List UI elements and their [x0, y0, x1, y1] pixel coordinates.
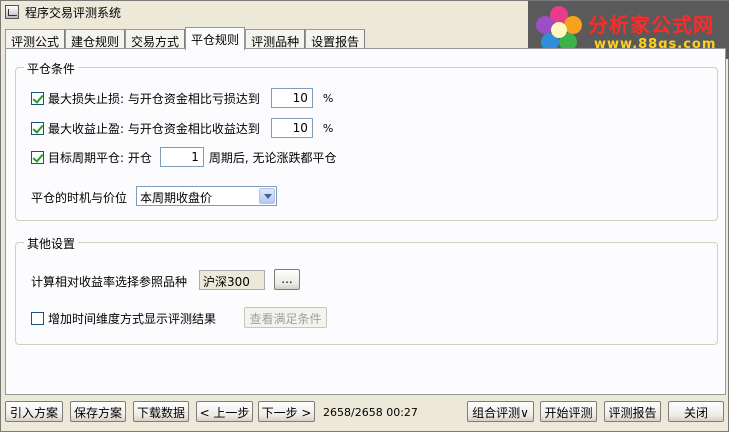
view-conditions-button[interactable]: 查看满足条件 [244, 307, 327, 328]
stop-loss-input[interactable]: 10 [270, 88, 313, 108]
close-conditions-group: 平仓条件 最大损失止损: 与开仓资金相比亏损达到 10 % 最大收益止盈: 与开… [15, 60, 718, 221]
close-button[interactable]: 关闭 [668, 401, 724, 422]
tab-report-settings[interactable]: 设置报告 [305, 29, 366, 50]
window-title: 程序交易评测系统 [25, 6, 122, 20]
test-report-button[interactable]: 评测报告 [604, 401, 661, 422]
close-conditions-legend: 平仓条件 [24, 60, 79, 77]
next-step-button[interactable]: 下一步 > [258, 401, 315, 422]
tab-bar: 评测公式 建仓规则 交易方式 平仓规则 评测品种 设置报告 [5, 27, 366, 50]
prev-step-button[interactable]: < 上一步 [196, 401, 253, 422]
other-settings-group: 其他设置 计算相对收益率选择参照品种 沪深300 ... 增加时间维度方式显示评… [15, 235, 718, 345]
close-timing-select[interactable]: 本周期收盘价 [136, 186, 277, 206]
save-plan-button[interactable]: 保存方案 [70, 401, 126, 422]
stop-loss-row: 最大损失止损: 与开仓资金相比亏损达到 10 % [31, 88, 333, 108]
benchmark-label: 计算相对收益率选择参照品种 [31, 275, 188, 289]
tab-panel: 平仓条件 最大损失止损: 与开仓资金相比亏损达到 10 % 最大收益止盈: 与开… [5, 48, 726, 395]
close-timing-text: 平仓的时机与价位 [31, 191, 128, 205]
main-window: 程序交易评测系统 分析家公式网 www.88gs.com 评测公式 建仓规则 交… [0, 0, 729, 432]
stop-loss-unit: % [322, 91, 334, 105]
take-profit-label: 最大收益止盈: 与开仓资金相比收益达到 [48, 121, 260, 136]
take-profit-input[interactable]: 10 [270, 118, 313, 138]
benchmark-browse-button[interactable]: ... [274, 269, 300, 290]
logo-title: 分析家公式网 [588, 13, 714, 37]
time-dimension-row: 增加时间维度方式显示评测结果 [31, 310, 216, 327]
target-period-checkbox[interactable] [31, 150, 44, 164]
benchmark-field[interactable]: 沪深300 [199, 270, 265, 290]
take-profit-row: 最大收益止盈: 与开仓资金相比收益达到 10 % [31, 118, 333, 138]
stop-loss-label: 最大损失止损: 与开仓资金相比亏损达到 [48, 91, 260, 106]
other-settings-legend: 其他设置 [24, 235, 79, 252]
close-timing-value: 本周期收盘价 [140, 191, 213, 205]
target-period-label: 目标周期平仓: 开仓 [48, 150, 152, 165]
time-dimension-label: 增加时间维度方式显示评测结果 [48, 312, 217, 326]
target-period-suffix: 周期后, 无论涨跌都平仓 [208, 150, 337, 165]
take-profit-checkbox[interactable] [31, 121, 44, 135]
tab-close-rules[interactable]: 平仓规则 [185, 27, 246, 50]
close-timing-label: 平仓的时机与价位 [31, 189, 127, 206]
tab-formula[interactable]: 评测公式 [5, 29, 66, 50]
bottom-toolbar: 引入方案 保存方案 下载数据 < 上一步 下一步 > 2658/2658 00:… [1, 398, 728, 431]
tab-instruments[interactable]: 评测品种 [245, 29, 306, 50]
stop-loss-checkbox[interactable] [31, 91, 44, 105]
tab-trade-mode[interactable]: 交易方式 [125, 29, 186, 50]
status-text: 2658/2658 00:27 [323, 406, 418, 419]
start-test-button[interactable]: 开始评测 [540, 401, 597, 422]
chevron-down-icon[interactable] [259, 188, 275, 204]
take-profit-unit: % [322, 121, 334, 135]
benchmark-label-row: 计算相对收益率选择参照品种 [31, 273, 187, 290]
import-plan-button[interactable]: 引入方案 [5, 401, 63, 422]
target-period-row: 目标周期平仓: 开仓 1 周期后, 无论涨跌都平仓 [31, 147, 337, 167]
tab-open-rules[interactable]: 建仓规则 [65, 29, 126, 50]
time-dimension-checkbox[interactable] [31, 312, 44, 325]
combo-test-button[interactable]: 组合评测∨ [467, 401, 534, 422]
app-icon [5, 5, 19, 19]
target-period-input[interactable]: 1 [159, 147, 204, 167]
download-data-button[interactable]: 下载数据 [133, 401, 189, 422]
